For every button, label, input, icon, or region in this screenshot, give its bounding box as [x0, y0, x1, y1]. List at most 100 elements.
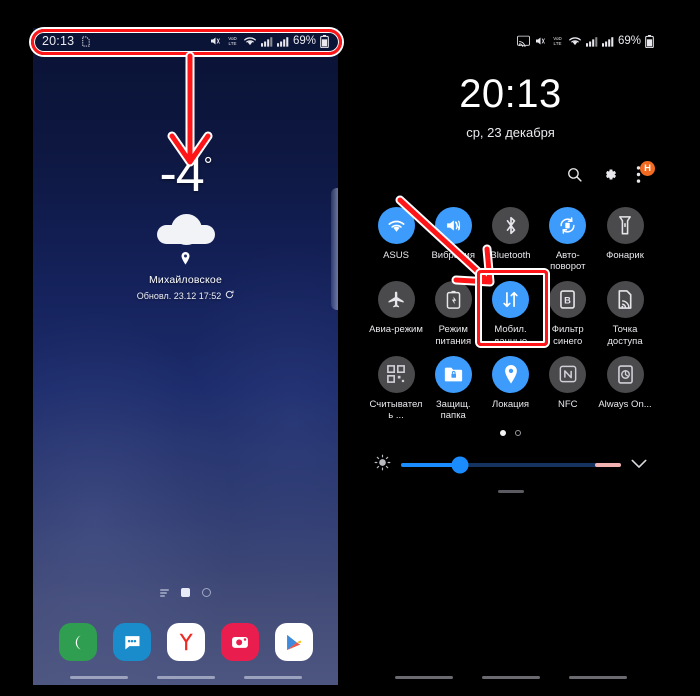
- power-mode-icon: [434, 281, 472, 319]
- quick-panel-clock[interactable]: 20:13 ср, 23 декабря: [358, 74, 663, 140]
- tile-secure-folder[interactable]: Защищ. папка: [425, 355, 481, 422]
- tile-label: Вибрация: [431, 250, 476, 261]
- signal-sim1-icon: [260, 36, 273, 47]
- volte-icon: VoD LTE: [551, 35, 564, 47]
- search-icon[interactable]: [566, 166, 583, 183]
- flashlight-icon: [606, 207, 644, 244]
- tile-bluetooth[interactable]: Bluetooth: [483, 207, 539, 272]
- left-phone-home-screen: 20:13 VoD LTE 69% -4° Михайловское Обнов…: [33, 28, 338, 685]
- yandex-app-icon[interactable]: [166, 623, 205, 661]
- tile-label: Мобил. данные: [493, 324, 528, 347]
- tile-label: Always On...: [598, 398, 652, 410]
- tile-label: Фильтр синего: [551, 324, 584, 347]
- nav-recents-gesture[interactable]: [394, 676, 453, 679]
- blue-light-filter-icon: B: [549, 281, 587, 319]
- weather-location-label: Михайловское: [148, 274, 223, 286]
- tile-row: Считыватель ... Защищ. папка Локация NFC…: [368, 355, 653, 422]
- tile-label: Локация: [491, 398, 530, 410]
- camera-app-icon[interactable]: [220, 623, 259, 661]
- mute-vibrate-icon: [209, 35, 222, 47]
- tile-label: Режим питания: [435, 324, 472, 347]
- signal-sim1-icon: [585, 36, 598, 47]
- status-bar-clock: 20:13: [42, 34, 75, 48]
- svg-text:B: B: [564, 296, 571, 306]
- battery-icon: [320, 34, 329, 48]
- tile-always-on-display[interactable]: Always On...: [597, 355, 653, 421]
- signal-sim2-icon: [276, 36, 289, 47]
- wifi-icon: [377, 207, 415, 244]
- circle-icon[interactable]: [202, 588, 211, 597]
- tile-asus[interactable]: ASUS: [368, 207, 424, 272]
- weather-widget[interactable]: -4° Михайловское Обновл. 23.12 17:52: [33, 148, 338, 301]
- tile-auto-rotate[interactable]: Авто-поворот: [540, 207, 596, 272]
- nav-home-gesture[interactable]: [481, 676, 540, 679]
- chevron-down-icon[interactable]: [631, 456, 647, 474]
- brightness-slider-row: [358, 454, 663, 476]
- svg-text:LTE: LTE: [554, 41, 562, 46]
- tile-location[interactable]: Локация: [483, 355, 539, 421]
- tile-airplane-mode[interactable]: Авиа-режим: [368, 281, 424, 346]
- weather-updated-row: Обновл. 23.12 17:52: [33, 290, 338, 301]
- signal-sim2-icon: [601, 36, 614, 47]
- tile-qr-scanner[interactable]: Считыватель ...: [368, 355, 424, 422]
- status-badge: H: [640, 161, 655, 176]
- left-status-bar: 20:13 VoD LTE 69%: [33, 28, 338, 54]
- svg-text:VoD: VoD: [553, 36, 562, 41]
- clock-date: ср, 23 декабря: [466, 125, 555, 140]
- screen-cast-icon: [517, 35, 530, 47]
- home-icon[interactable]: [181, 588, 190, 597]
- edge-panel-handle[interactable]: [331, 188, 338, 310]
- play-store-app-icon[interactable]: [274, 623, 313, 661]
- lines-icon[interactable]: [160, 589, 169, 597]
- hotspot-icon: [606, 281, 644, 319]
- cloud-icon: [156, 214, 215, 245]
- page-dot-active[interactable]: [500, 430, 506, 437]
- always-on-display-icon: [606, 355, 644, 393]
- home-page-indicator: [33, 588, 338, 597]
- gear-icon[interactable]: [601, 166, 618, 183]
- overflow-menu-icon[interactable]: H: [636, 161, 655, 183]
- tile-flashlight[interactable]: Фонарик: [597, 207, 653, 272]
- tile-hotspot[interactable]: Точка доступа: [597, 281, 653, 347]
- home-dock: [33, 623, 338, 661]
- tile-mobile-data[interactable]: Мобил. данные: [483, 281, 539, 347]
- tile-vibration[interactable]: Вибрация: [425, 207, 481, 272]
- location-pin-icon: [33, 252, 338, 270]
- tile-label: Считыватель ...: [369, 398, 423, 422]
- tile-power-mode[interactable]: Режим питания: [425, 281, 481, 347]
- sim-card-icon: [80, 35, 91, 47]
- tile-nfc[interactable]: NFC: [540, 355, 596, 421]
- wifi-icon: [243, 35, 257, 47]
- qr-scanner-icon: [377, 355, 415, 393]
- nav-home-gesture[interactable]: [156, 676, 215, 679]
- page-dot[interactable]: [515, 430, 521, 437]
- battery-percent-label: 69%: [617, 35, 641, 47]
- brightness-slider[interactable]: [401, 456, 621, 474]
- brightness-end-segment: [594, 463, 621, 468]
- vibrate-icon: [434, 207, 472, 244]
- nfc-icon: [549, 355, 587, 393]
- screenshot-stage: 20:13 VoD LTE 69% -4° Михайловское Обнов…: [0, 0, 700, 696]
- nav-back-gesture[interactable]: [243, 676, 302, 679]
- nav-recents-gesture[interactable]: [69, 676, 128, 679]
- location-pin-icon: [492, 355, 529, 393]
- battery-percent-label: 69%: [292, 35, 316, 47]
- svg-text:LTE: LTE: [229, 41, 237, 46]
- brightness-knob[interactable]: [451, 456, 469, 474]
- tile-label: Точка доступа: [607, 324, 643, 347]
- tile-row: Авиа-режим Режим питания Мобил. данные B…: [368, 281, 653, 347]
- refresh-icon[interactable]: [225, 290, 234, 301]
- nav-back-gesture[interactable]: [568, 676, 627, 679]
- messages-app-icon[interactable]: [112, 623, 151, 661]
- panel-drag-handle[interactable]: [497, 490, 524, 493]
- svg-text:VoD: VoD: [228, 36, 237, 41]
- phone-app-icon[interactable]: [58, 623, 97, 661]
- tile-label: Защищ. папка: [435, 398, 471, 422]
- secure-folder-icon: [434, 355, 472, 393]
- bluetooth-icon: [492, 207, 529, 244]
- tile-blue-light-filter[interactable]: B Фильтр синего: [540, 281, 596, 347]
- quick-panel-actions: H: [358, 161, 663, 183]
- weather-location-row: Михайловское: [33, 252, 338, 286]
- battery-icon: [645, 34, 654, 48]
- wifi-icon: [568, 35, 582, 47]
